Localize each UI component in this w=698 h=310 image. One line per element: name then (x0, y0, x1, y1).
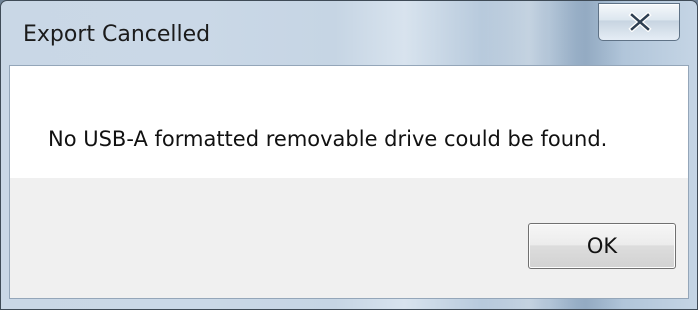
title-bar[interactable]: Export Cancelled (1, 1, 697, 65)
close-button[interactable] (598, 3, 680, 41)
window-title: Export Cancelled (23, 22, 211, 47)
close-icon (628, 12, 652, 32)
dialog-button-bar: OK (10, 178, 688, 298)
dialog-message: No USB-A formatted removable drive could… (48, 127, 608, 151)
export-cancelled-dialog-window: Export Cancelled No USB-A formatted remo… (0, 0, 698, 310)
ok-button[interactable]: OK (528, 223, 676, 269)
dialog-content: No USB-A formatted removable drive could… (9, 65, 689, 299)
